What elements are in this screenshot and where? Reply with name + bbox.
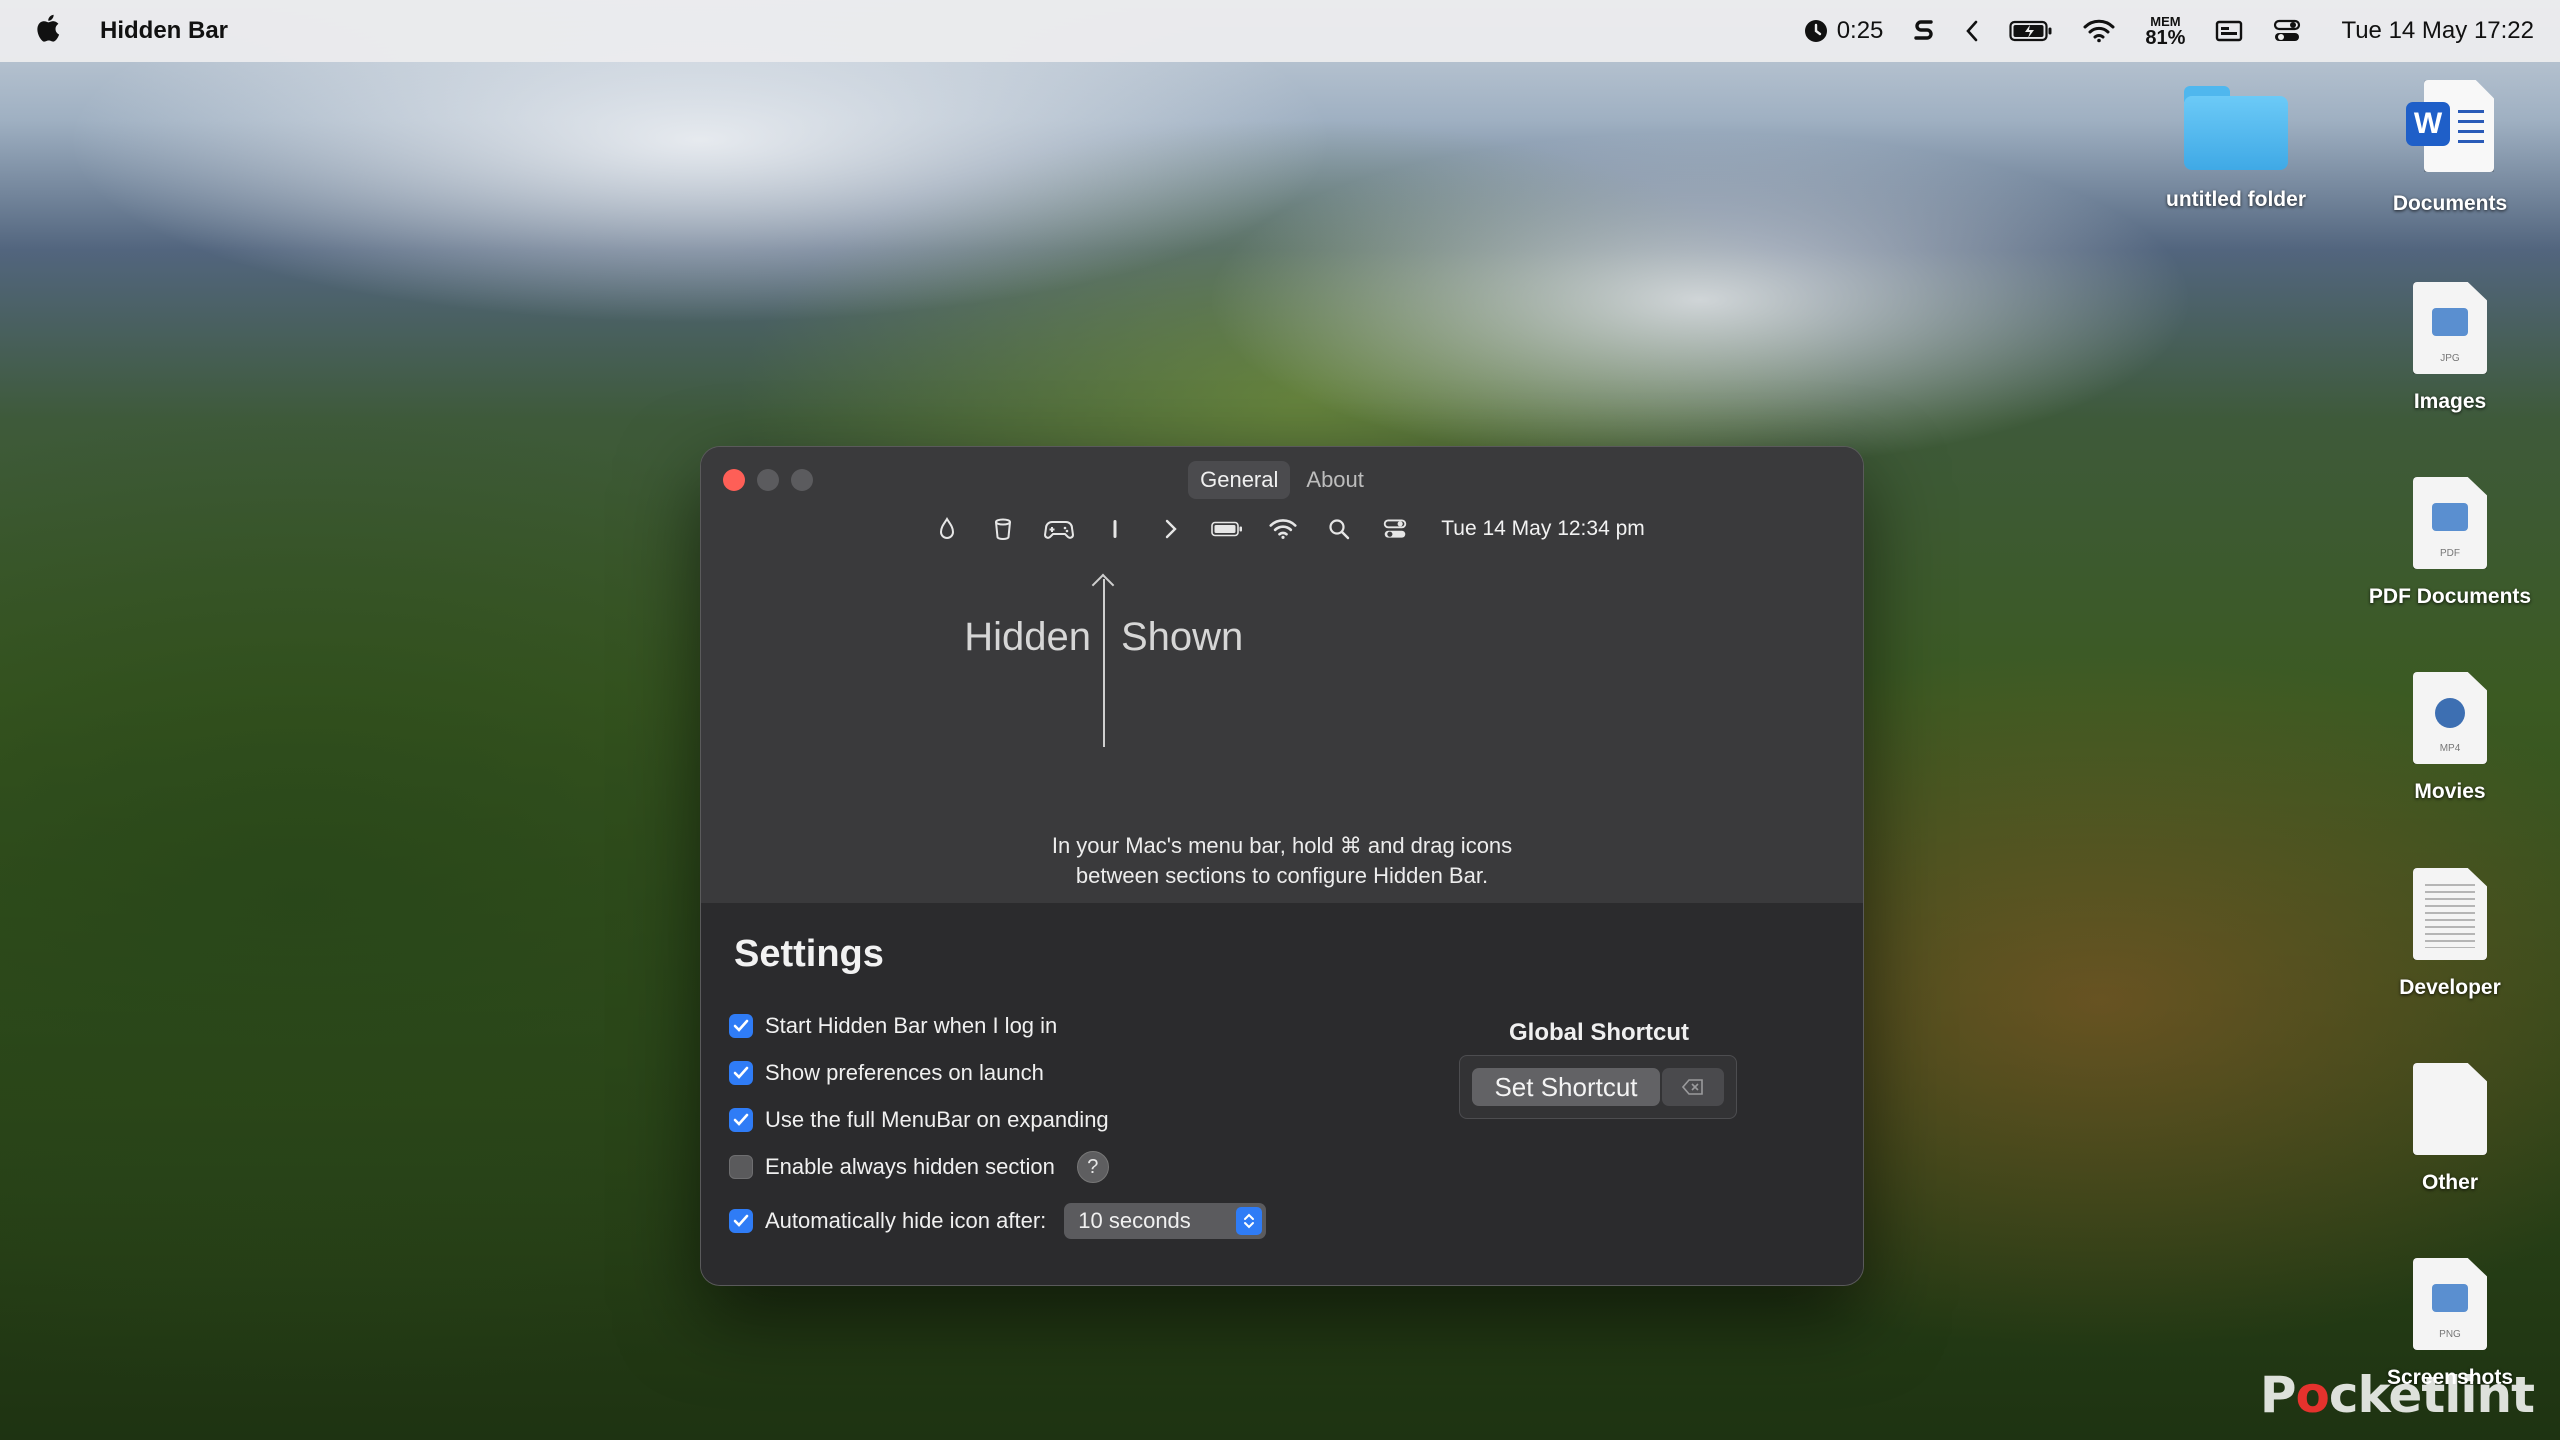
app-menu-name[interactable]: Hidden Bar	[100, 17, 228, 45]
desktop-item-label: Other	[2421, 1171, 2478, 1194]
blank-file-icon	[2413, 1063, 2487, 1155]
global-shortcut-title: Global Shortcut	[1509, 1019, 1689, 1046]
folder-icon	[2184, 86, 2288, 170]
menu-bar: Hidden Bar 0:25 MEM 81% Tue 14 May 17:22	[0, 0, 2560, 62]
option-always-hidden-section[interactable]: Enable always hidden section ?	[729, 1151, 1109, 1183]
checkbox-checked[interactable]	[729, 1061, 753, 1085]
droplet-icon	[919, 511, 975, 547]
shown-section-label: Shown	[1121, 615, 1244, 659]
auto-hide-delay-select[interactable]: 10 seconds	[1064, 1203, 1267, 1239]
desktop-item-label: Documents	[2392, 192, 2508, 215]
separator-bar-icon	[1087, 511, 1143, 547]
tab-bar: General About	[701, 461, 1863, 499]
wifi-icon	[1255, 511, 1311, 547]
wifi-icon[interactable]	[2083, 11, 2115, 51]
instructions-text: In your Mac's menu bar, hold ⌘ and drag …	[1051, 833, 1513, 888]
hidden-section-label: Hidden	[964, 615, 1091, 659]
checkbox-checked[interactable]	[729, 1014, 753, 1038]
cup-icon	[975, 511, 1031, 547]
tab-about[interactable]: About	[1294, 461, 1376, 499]
section-divider-arrow	[1103, 579, 1105, 747]
battery-icon	[1199, 511, 1255, 547]
desktop-item-label: untitled folder	[2166, 188, 2306, 211]
desktop-item-images[interactable]: JPG Images	[2350, 282, 2550, 414]
gamepad-icon	[1031, 511, 1087, 547]
checkbox-checked[interactable]	[729, 1108, 753, 1132]
menubar-clock[interactable]: Tue 14 May 17:22	[2341, 11, 2534, 51]
png-file-icon: PNG	[2413, 1258, 2487, 1350]
memory-value: 81%	[2145, 26, 2186, 49]
option-label: Use the full MenuBar on expanding	[765, 1107, 1109, 1132]
timer-text: 0:25	[1836, 17, 1884, 44]
option-show-preferences[interactable]: Show preferences on launch	[729, 1060, 1044, 1086]
settings-title: Settings	[734, 933, 884, 975]
pdf-file-icon: PDF	[2413, 477, 2487, 569]
help-button[interactable]: ?	[1076, 1151, 1109, 1183]
preview-clock: Tue 14 May 12:34 pm	[1441, 517, 1645, 540]
timer-status-item[interactable]: 0:25	[1803, 11, 1884, 51]
checkbox-checked[interactable]	[729, 1209, 753, 1233]
memory-status-item[interactable]: MEM 81%	[2145, 11, 2185, 51]
menubar-preview: Tue 14 May 12:34 pm	[701, 511, 1863, 547]
tab-general[interactable]: General	[1188, 461, 1291, 499]
text-file-icon	[2413, 868, 2487, 960]
desktop-item-untitled-folder[interactable]: untitled folder	[2136, 86, 2336, 212]
desktop-item-label: Movies	[2414, 780, 2486, 803]
control-center-icon	[1367, 511, 1423, 547]
desktop-item-movies[interactable]: MP4 Movies	[2350, 672, 2550, 804]
option-label: Show preferences on launch	[765, 1060, 1044, 1085]
chevron-left-icon[interactable]	[1965, 11, 1979, 51]
settings-panel: Settings Start Hidden Bar when I log in …	[701, 903, 1863, 1285]
updown-chevron-icon	[1236, 1207, 1263, 1235]
option-label: Start Hidden Bar when I log in	[765, 1013, 1058, 1038]
option-label: Enable always hidden section	[765, 1154, 1055, 1179]
control-center-icon[interactable]	[2273, 11, 2301, 51]
preview-panel: General About Tue 14 May 12:34 pm Hidden…	[701, 447, 1863, 903]
desktop-item-label: PDF Documents	[2368, 585, 2532, 608]
battery-charging-icon[interactable]	[2009, 11, 2053, 51]
desktop-item-developer[interactable]: Developer	[2350, 868, 2550, 1000]
timer-icon	[1803, 18, 1829, 44]
option-full-menubar[interactable]: Use the full MenuBar on expanding	[729, 1107, 1109, 1133]
hidden-bar-preferences-window: General About Tue 14 May 12:34 pm Hidden…	[700, 446, 1864, 1286]
desktop-item-other[interactable]: Other	[2350, 1063, 2550, 1195]
shortcut-recorder: Set Shortcut	[1459, 1055, 1737, 1119]
word-document-icon: W	[2402, 80, 2498, 176]
display-icon[interactable]	[2215, 11, 2243, 51]
memory-label: MEM	[2150, 13, 2181, 29]
mp4-file-icon: MP4	[2413, 672, 2487, 764]
jpg-file-icon: JPG	[2413, 282, 2487, 374]
clear-shortcut-icon[interactable]	[1662, 1068, 1724, 1106]
select-value: 10 seconds	[1078, 1208, 1191, 1233]
chevron-right-icon	[1143, 511, 1199, 547]
option-start-at-login[interactable]: Start Hidden Bar when I log in	[729, 1013, 1057, 1039]
option-label: Automatically hide icon after:	[765, 1208, 1047, 1233]
set-shortcut-button[interactable]: Set Shortcut	[1472, 1068, 1660, 1106]
apple-icon[interactable]	[34, 13, 60, 50]
search-icon	[1311, 511, 1367, 547]
desktop-item-documents[interactable]: W Documents	[2350, 80, 2550, 216]
checkbox-unchecked[interactable]	[729, 1155, 753, 1179]
desktop-item-pdf-documents[interactable]: PDF PDF Documents	[2350, 477, 2550, 609]
s-app-icon[interactable]	[1913, 11, 1935, 51]
desktop-item-label: Images	[2413, 390, 2487, 413]
option-auto-hide[interactable]: Automatically hide icon after: 10 second…	[729, 1203, 1267, 1239]
pocketlint-watermark-logo: Pocketlint	[2259, 1366, 2535, 1424]
desktop-item-label: Developer	[2399, 976, 2501, 999]
